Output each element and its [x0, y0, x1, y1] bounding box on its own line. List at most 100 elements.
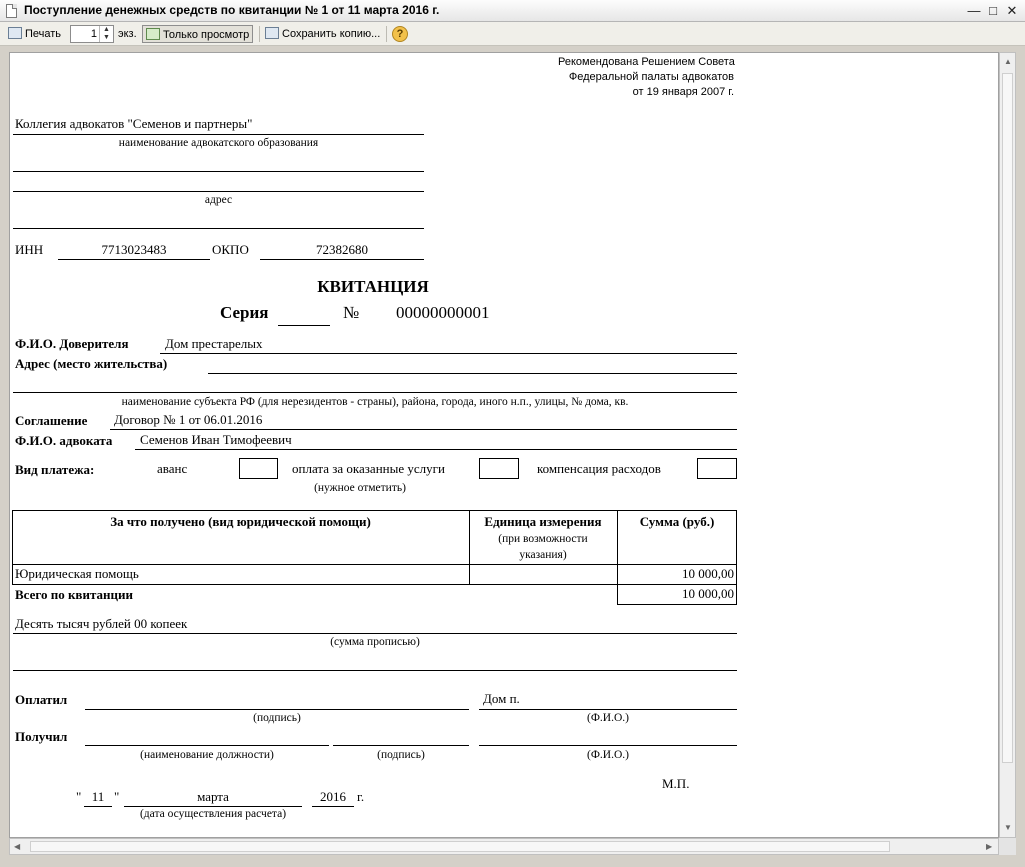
column-header-service: За что получено (вид юридической помощи) [110, 514, 371, 529]
address-caption: адрес [204, 194, 233, 206]
residence-label: Адрес (место жительства) [15, 356, 168, 371]
minimize-icon[interactable]: — [966, 3, 982, 19]
inn-label: ИНН [15, 242, 44, 257]
trustor-label: Ф.И.О. Доверителя [15, 336, 129, 351]
vertical-scroll-thumb[interactable] [1002, 73, 1013, 763]
organization-caption: наименование адвокатского образования [118, 137, 319, 149]
signature-caption: (подпись) [253, 712, 301, 724]
agreement-value: Договор № 1 от 06.01.2016 [114, 412, 263, 427]
help-icon[interactable]: ? [392, 26, 408, 42]
date-year: 2016 [320, 789, 346, 804]
total-value: 10 000,00 [682, 586, 734, 601]
close-icon[interactable]: ✕ [1004, 3, 1020, 19]
horizontal-scrollbar[interactable]: ◀ ▶ [9, 838, 999, 855]
horizontal-scroll-thumb[interactable] [30, 841, 890, 852]
rule [58, 259, 210, 260]
trustor-value: Дом престарелых [165, 336, 263, 351]
rule [13, 633, 737, 634]
rule [13, 191, 424, 192]
payment-type-label: Вид платежа: [15, 462, 95, 477]
stepper-arrows-icon[interactable]: ▲ ▼ [99, 26, 113, 42]
option-expenses-label: компенсация расходов [537, 461, 661, 476]
rule [479, 745, 737, 746]
option-services-label: оплата за оказанные услуги [292, 461, 445, 476]
date-caption: (дата осуществления расчета) [139, 808, 287, 820]
rule [479, 709, 737, 710]
rule [85, 709, 469, 710]
rule [13, 171, 424, 172]
date-month: марта [197, 789, 229, 804]
quote-open: " [76, 789, 82, 804]
document-viewport: Рекомендована Решением Совета Федерально… [9, 52, 999, 838]
scroll-down-icon[interactable]: ▼ [1004, 823, 1012, 832]
recommendation-line-2: Федеральной палаты адвокатов [568, 71, 734, 83]
option-expenses-checkbox[interactable] [697, 458, 737, 479]
rule [278, 325, 330, 326]
paid-label: Оплатил [15, 692, 68, 707]
scrollbar-corner [999, 838, 1016, 855]
view-only-label: Только просмотр [163, 29, 250, 41]
agreement-label: Соглашение [15, 413, 88, 428]
rule [124, 806, 302, 807]
recommendation-line-1: Рекомендована Решением Совета [558, 56, 735, 68]
column-header-unit-sub1: (при возможности [498, 533, 588, 545]
view-only-toggle[interactable]: Только просмотр [142, 25, 254, 43]
amount-in-words: Десять тысяч рублей 00 копеек [15, 616, 188, 631]
rule [85, 745, 329, 746]
rule [84, 806, 112, 807]
vertical-scrollbar[interactable]: ▲ ▼ [999, 52, 1016, 838]
mark-caption: (нужное отметить) [314, 482, 406, 494]
column-header-amount: Сумма (руб.) [639, 514, 715, 529]
rule [135, 449, 737, 450]
option-advance-label: аванс [157, 461, 188, 476]
scroll-right-icon[interactable]: ▶ [986, 842, 992, 851]
row-amount: 10 000,00 [682, 566, 734, 581]
organization-name: Коллегия адвокатов "Семенов и партнеры" [15, 116, 253, 131]
received-label: Получил [15, 729, 68, 744]
save-copy-button[interactable]: Сохранить копию... [265, 25, 380, 43]
fio-caption-2: (Ф.И.О.) [587, 749, 629, 761]
rule [13, 670, 737, 671]
amount-words-caption: (сумма прописью) [330, 636, 420, 648]
position-caption: (наименование должности) [140, 749, 274, 761]
inn-value: 7713023483 [101, 242, 167, 257]
rule [160, 353, 737, 354]
scroll-left-icon[interactable]: ◀ [14, 842, 20, 851]
rule [13, 392, 737, 393]
rule [13, 134, 424, 135]
total-label: Всего по квитанции [15, 587, 133, 602]
okpo-value: 72382680 [316, 242, 368, 257]
signature-caption-2: (подпись) [377, 749, 425, 761]
rule [260, 259, 424, 260]
rule [208, 373, 737, 374]
print-button[interactable]: Печать [8, 25, 61, 43]
receipt-number: 00000000001 [396, 303, 490, 322]
copies-unit: экз. [118, 28, 137, 40]
maximize-icon[interactable]: □ [985, 3, 1001, 19]
paid-name: Дом п. [483, 691, 520, 706]
okpo-label: ОКПО [212, 242, 249, 257]
save-copy-label: Сохранить копию... [282, 28, 381, 40]
scroll-up-icon[interactable]: ▲ [1004, 57, 1012, 66]
number-sign: № [343, 303, 360, 322]
fio-caption: (Ф.И.О.) [587, 712, 629, 724]
rule [110, 429, 737, 430]
rule [333, 745, 469, 746]
toolbar-separator [386, 26, 387, 42]
window-title: Поступление денежных средств по квитанци… [24, 3, 440, 17]
option-services-checkbox[interactable] [479, 458, 519, 479]
window-titlebar: Поступление денежных средств по квитанци… [0, 0, 1025, 22]
copies-stepper[interactable]: 1 ▲ ▼ [70, 25, 114, 43]
printer-icon [8, 27, 22, 39]
rule [13, 228, 424, 229]
option-advance-checkbox[interactable] [239, 458, 278, 479]
lawyer-value: Семенов Иван Тимофеевич [140, 432, 292, 447]
receipt-heading: КВИТАНЦИЯ [317, 277, 429, 296]
floppy-disk-icon [265, 27, 279, 39]
document-icon [6, 4, 17, 18]
toolbar: Печать 1 ▲ ▼ экз. Только просмотр Сохрани… [0, 22, 1025, 46]
column-header-unit: Единица измерения [484, 514, 602, 529]
copies-value: 1 [90, 28, 97, 40]
view-only-icon [146, 28, 160, 40]
quote-close: " [114, 789, 120, 804]
